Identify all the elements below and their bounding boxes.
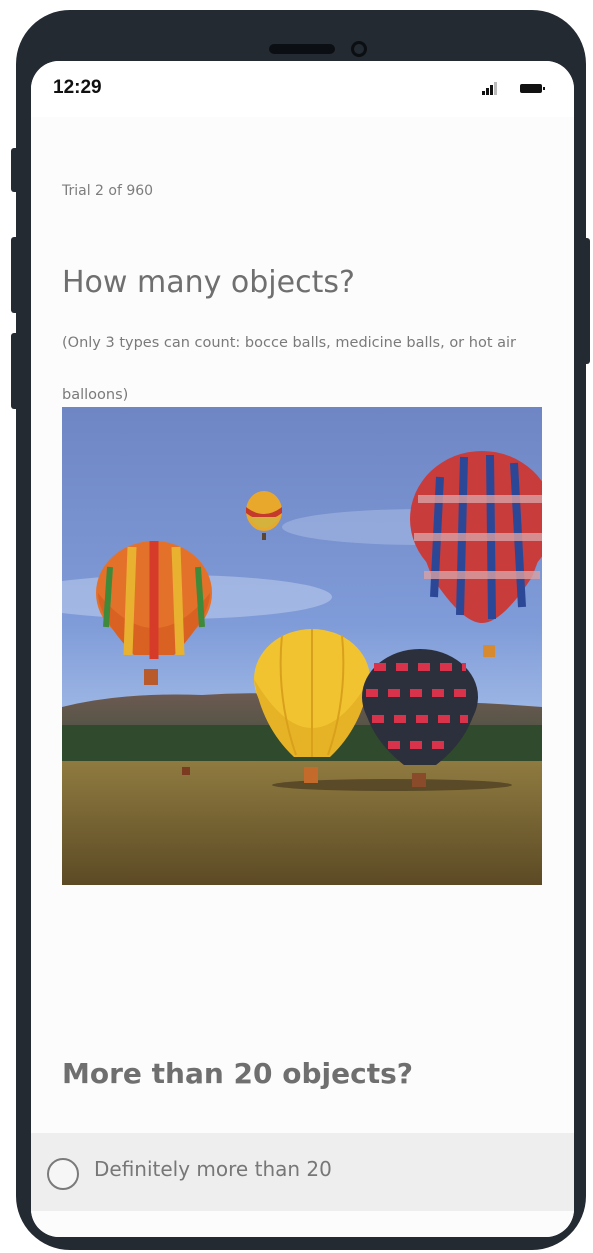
question-title: How many objects? — [62, 265, 355, 300]
option-label: Definitely more than 20 — [94, 1157, 332, 1181]
front-camera-icon — [351, 41, 367, 57]
battery-full-icon — [520, 84, 545, 93]
radio-button[interactable] — [47, 1158, 79, 1190]
question-instructions: (Only 3 types can count: bocce balls, me… — [62, 335, 516, 403]
next-option-row — [31, 1211, 574, 1237]
trial-counter: Trial 2 of 960 — [62, 183, 154, 199]
phone-screen: 12:29 Trial 2 of 960 How many objects? (… — [31, 61, 574, 1237]
question2-title: More than 20 objects? — [62, 1057, 414, 1090]
speaker-grille — [269, 44, 335, 54]
status-time: 12:29 — [53, 77, 102, 98]
option-definitely-more-than-20[interactable]: Definitely more than 20 — [31, 1133, 574, 1211]
cellular-signal-icon — [482, 82, 500, 95]
status-bar: 12:29 — [31, 61, 574, 117]
stimulus-image-hot-air-balloons — [62, 407, 542, 885]
